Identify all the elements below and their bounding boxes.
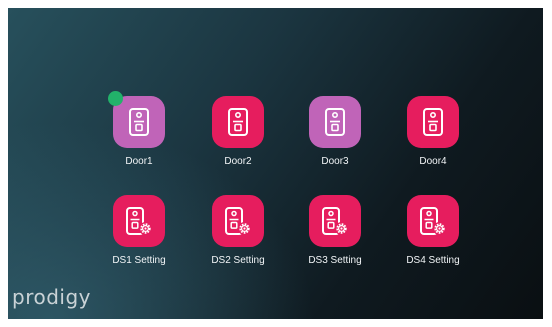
doorbell-settings-icon xyxy=(322,207,348,235)
door-3-button[interactable] xyxy=(309,96,361,148)
doorbell-icon xyxy=(129,108,149,136)
doorbell-icon xyxy=(228,108,248,136)
ds1-setting-button[interactable] xyxy=(113,195,165,247)
door-3-label: Door3 xyxy=(321,156,349,167)
ds2-setting-label: DS2 Setting xyxy=(211,255,265,266)
brand-logo: prodigy xyxy=(12,285,91,309)
setting-tile-4[interactable]: DS4 Setting xyxy=(393,195,473,271)
door-tile-2[interactable]: Door2 xyxy=(198,96,278,172)
door-1-label: Door1 xyxy=(125,156,153,167)
door-4-button[interactable] xyxy=(407,96,459,148)
online-status-dot xyxy=(108,91,123,106)
setting-tile-2[interactable]: DS2 Setting xyxy=(198,195,278,271)
door-tile-3[interactable]: Door3 xyxy=(295,96,375,172)
door-tile-4[interactable]: Door4 xyxy=(393,96,473,172)
doorbell-icon xyxy=(325,108,345,136)
door-2-label: Door2 xyxy=(224,156,252,167)
home-screen: Door1 Door2 Door3 Door4 DS1 Setting DS2 … xyxy=(8,8,543,319)
ds4-setting-button[interactable] xyxy=(407,195,459,247)
ds1-setting-label: DS1 Setting xyxy=(112,255,166,266)
door-tile-1[interactable]: Door1 xyxy=(99,96,179,172)
ds2-setting-button[interactable] xyxy=(212,195,264,247)
doorbell-icon xyxy=(423,108,443,136)
doorbell-settings-icon xyxy=(420,207,446,235)
setting-tile-1[interactable]: DS1 Setting xyxy=(99,195,179,271)
doorbell-settings-icon xyxy=(126,207,152,235)
door-2-button[interactable] xyxy=(212,96,264,148)
door-4-label: Door4 xyxy=(419,156,447,167)
doorbell-settings-icon xyxy=(225,207,251,235)
ds3-setting-button[interactable] xyxy=(309,195,361,247)
ds4-setting-label: DS4 Setting xyxy=(406,255,460,266)
ds3-setting-label: DS3 Setting xyxy=(308,255,362,266)
setting-tile-3[interactable]: DS3 Setting xyxy=(295,195,375,271)
